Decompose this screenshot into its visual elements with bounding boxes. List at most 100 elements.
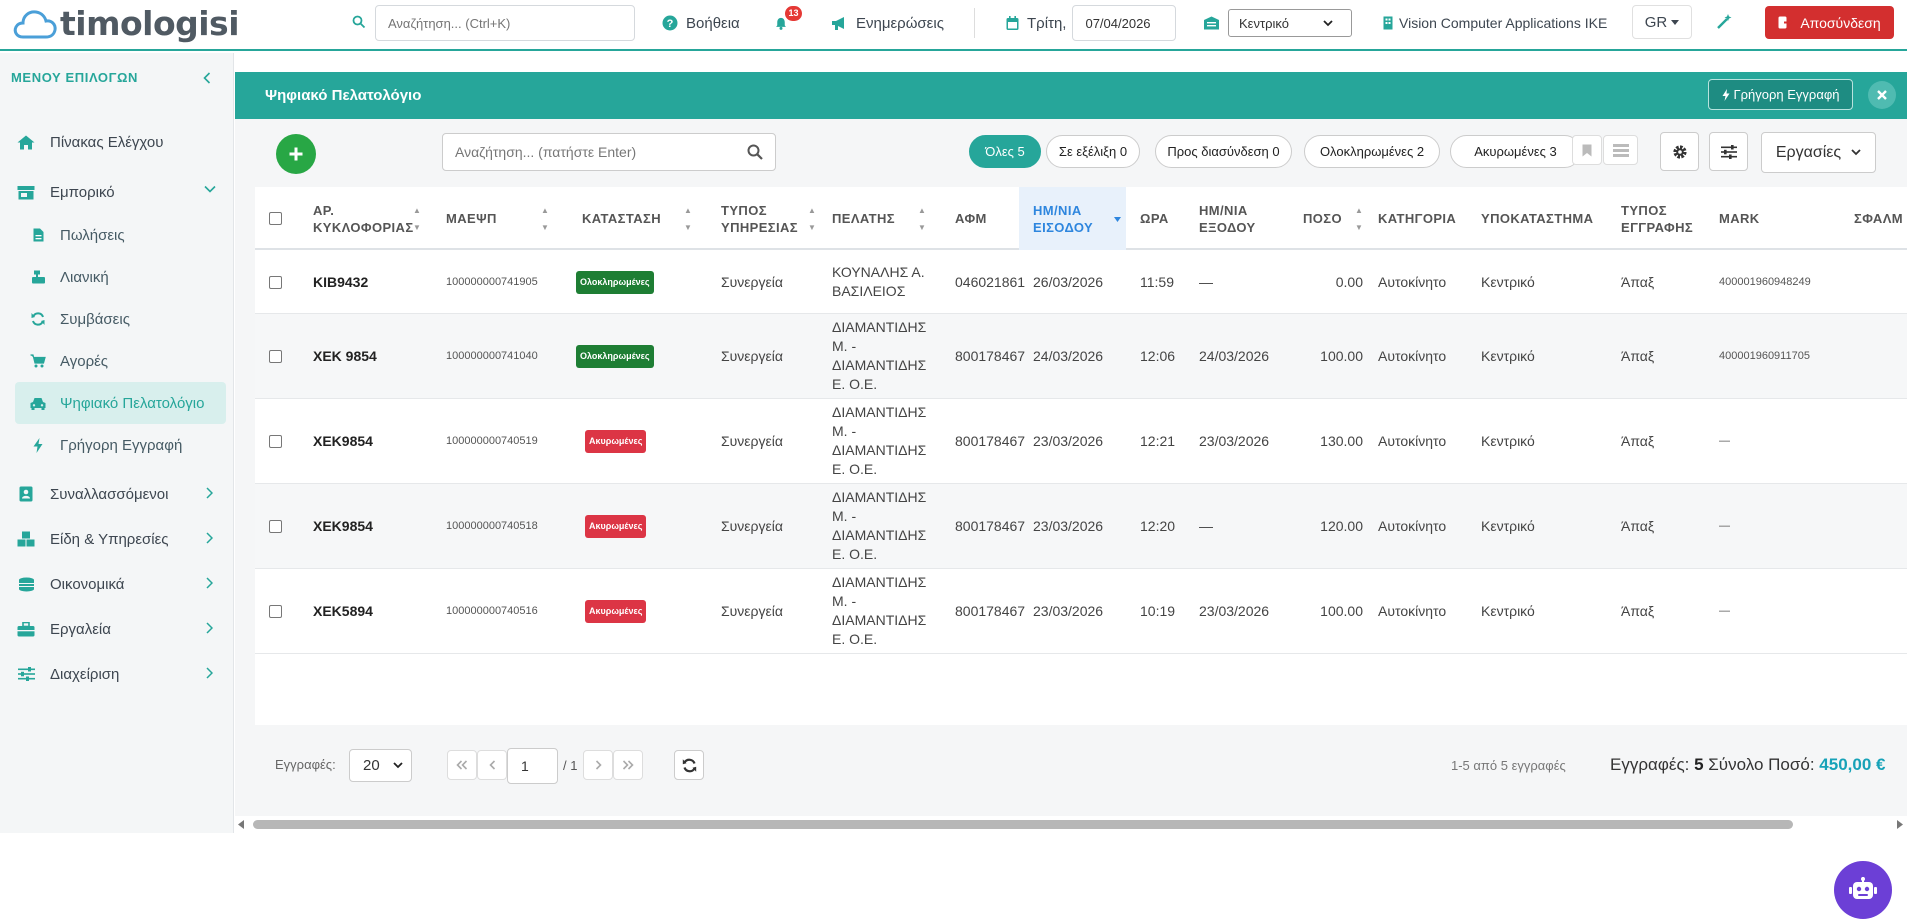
table-row[interactable]: XEK9854 100000000740518 Ακυρωμένες Συνερ… bbox=[255, 484, 1907, 569]
cell-maepsp: 100000000740516 bbox=[446, 604, 538, 617]
sidebar-item-digital-client-book[interactable]: Ψηφιακό Πελατολόγιο bbox=[15, 382, 226, 424]
page-input[interactable]: 1 bbox=[507, 748, 558, 784]
scroll-left-icon[interactable] bbox=[238, 820, 245, 829]
horizontal-scrollbar[interactable] bbox=[234, 816, 1907, 833]
close-button[interactable] bbox=[1868, 81, 1896, 109]
table-row[interactable]: XEK 9854 100000000741040 Ολοκληρωμένες Σ… bbox=[255, 314, 1907, 399]
columns-settings-button[interactable] bbox=[1709, 132, 1748, 171]
filter-cancelled[interactable]: Ακυρωμένες 3 bbox=[1450, 135, 1581, 168]
collapse-sidebar-icon[interactable] bbox=[203, 71, 211, 84]
sidebar-item-products-services[interactable]: Είδη & Υπηρεσίες bbox=[16, 524, 169, 554]
column-entry-type[interactable]: ΤΥΠΟΣ ΕΓΓΡΑΦΗΣ bbox=[1621, 187, 1701, 250]
bookmark-button[interactable] bbox=[1572, 135, 1602, 165]
scrollbar-thumb[interactable] bbox=[253, 820, 1793, 829]
updates-link[interactable]: Ενημερώσεις bbox=[831, 0, 944, 46]
last-page-button[interactable] bbox=[613, 750, 643, 780]
sidebar-item-dashboard[interactable]: Πίνακας Ελέγχου bbox=[16, 127, 163, 157]
sidebar-item-sales[interactable]: Πωλήσεις bbox=[15, 214, 226, 256]
bookmark-icon bbox=[1582, 144, 1592, 156]
table-search-input[interactable]: Αναζήτηση... (πατήστε Enter) bbox=[442, 133, 776, 171]
refresh-button[interactable] bbox=[674, 750, 704, 780]
filter-completed[interactable]: Ολοκληρωμένες 2 bbox=[1304, 135, 1440, 168]
table-row[interactable]: KIB9432 100000000741905 Ολοκληρωμένες Συ… bbox=[255, 251, 1907, 314]
cell-date-out: 23/03/2026 bbox=[1199, 432, 1270, 449]
sidebar-item-finance[interactable]: Οικονομικά bbox=[16, 569, 124, 599]
column-label: ΜΑΕΨΠ bbox=[446, 211, 497, 226]
next-page-button[interactable] bbox=[583, 750, 613, 780]
language-value: GR bbox=[1644, 13, 1668, 31]
robot-icon bbox=[1849, 877, 1877, 899]
logout-button[interactable]: Αποσύνδεση bbox=[1765, 6, 1894, 39]
status-badge: Ακυρωμένες bbox=[585, 514, 647, 538]
list-view-button[interactable] bbox=[1603, 135, 1638, 165]
cell-service: Συνεργεία bbox=[721, 517, 783, 534]
column-afm[interactable]: ΑΦΜ bbox=[955, 187, 1025, 250]
sidebar-item-label: Λιανική bbox=[60, 268, 109, 286]
cell-client: ΚΟΥΝΑΛΗΣ Α. ΒΑΣΙΛΕΙΟΣ bbox=[832, 264, 925, 299]
sidebar-item-purchases[interactable]: Αγορές bbox=[15, 340, 226, 382]
magic-wand-icon[interactable] bbox=[1716, 14, 1732, 30]
column-status[interactable]: ΚΑΤΑΣΤΑΣΗ ▲ ▼ bbox=[582, 187, 692, 250]
column-service-type[interactable]: ΤΥΠΟΣ ΥΠΗΡΕΣΙΑΣ ▲ ▼ bbox=[721, 187, 816, 250]
cell-amount: 0.00 bbox=[1335, 273, 1363, 290]
sidebar-item-administration[interactable]: Διαχείριση bbox=[16, 659, 119, 689]
quick-entry-button[interactable]: Γρήγορη Εγγραφή bbox=[1708, 79, 1853, 110]
language-selector[interactable]: GR bbox=[1632, 5, 1692, 39]
row-checkbox[interactable] bbox=[269, 314, 282, 398]
chatbot-button[interactable] bbox=[1834, 861, 1892, 919]
logo[interactable]: timologisi bbox=[12, 4, 240, 43]
plus-icon bbox=[289, 147, 303, 161]
sidebar-item-quick-entry[interactable]: Γρήγορη Εγγραφή bbox=[15, 424, 226, 466]
column-client[interactable]: ΠΕΛΑΤΗΣ ▲ ▼ bbox=[832, 187, 927, 250]
global-search-input[interactable] bbox=[375, 5, 635, 41]
first-page-button[interactable] bbox=[447, 750, 477, 780]
scroll-right-icon[interactable] bbox=[1897, 820, 1904, 829]
date-input[interactable] bbox=[1072, 5, 1177, 41]
column-maepsp[interactable]: ΜΑΕΨΠ ▲ ▼ bbox=[446, 187, 556, 250]
column-date-out[interactable]: ΗΜ/ΝΙΑ ΕΞΟΔΟΥ bbox=[1199, 187, 1279, 250]
help-link[interactable]: ? Βοήθεια bbox=[662, 0, 740, 46]
help-label: Βοήθεια bbox=[686, 14, 740, 32]
select-all-checkbox[interactable] bbox=[269, 187, 282, 250]
sliders-icon bbox=[1720, 144, 1737, 159]
company-selector[interactable]: Vision Computer Applications IKE bbox=[1383, 0, 1607, 46]
sidebar-item-contracts[interactable]: Συμβάσεις bbox=[15, 298, 226, 340]
cell-amount: 100.00 bbox=[1320, 347, 1363, 364]
building-icon bbox=[1383, 16, 1393, 30]
column-amount[interactable]: ΠΟΣΟ ▲ ▼ bbox=[1303, 187, 1363, 250]
column-branch[interactable]: ΥΠΟΚΑΤΑΣΤΗΜΑ bbox=[1481, 187, 1593, 250]
sidebar-item-counterparties[interactable]: Συναλλασσόμενοι bbox=[16, 479, 168, 509]
settings-button[interactable] bbox=[1660, 132, 1699, 171]
row-checkbox[interactable] bbox=[269, 399, 282, 483]
table-row[interactable]: XEK9854 100000000740519 Ακυρωμένες Συνερ… bbox=[255, 399, 1907, 484]
page-size-select[interactable]: 20 bbox=[349, 749, 412, 782]
column-category[interactable]: ΚΑΤΗΓΟΡΙΑ bbox=[1378, 187, 1456, 250]
notifications-button[interactable]: 13 bbox=[775, 0, 802, 46]
sidebar-item-retail[interactable]: Λιανική bbox=[15, 256, 226, 298]
row-checkbox[interactable] bbox=[269, 251, 282, 313]
column-date-in[interactable]: ΗΜ/ΝΙΑ ΕΙΣΟΔΟΥ bbox=[1019, 187, 1126, 250]
row-checkbox[interactable] bbox=[269, 569, 282, 653]
cash-register-icon bbox=[31, 270, 45, 284]
filter-pending-link[interactable]: Προς διασύνδεση 0 bbox=[1155, 135, 1292, 168]
sidebar-item-commerce[interactable]: Εμπορικό bbox=[16, 177, 115, 207]
prev-page-button[interactable] bbox=[477, 750, 507, 780]
filter-in-progress[interactable]: Σε εξέλιξη 0 bbox=[1046, 135, 1140, 168]
sidebar-item-tools[interactable]: Εργαλεία bbox=[16, 614, 111, 644]
cell-time: 12:21 bbox=[1140, 432, 1176, 449]
column-label: ΩΡΑ bbox=[1140, 211, 1169, 226]
column-error[interactable]: ΣΦΑΛΜ bbox=[1854, 187, 1903, 250]
branch-select[interactable]: Κεντρικό bbox=[1228, 9, 1352, 37]
column-plate[interactable]: ΑΡ. ΚΥΚΛΟΦΟΡΙΑΣ ▲ ▼ bbox=[313, 187, 423, 250]
add-button[interactable] bbox=[276, 134, 316, 174]
cell-entry-type: Άπαξ bbox=[1621, 432, 1655, 449]
filter-all[interactable]: Όλες 5 bbox=[969, 135, 1041, 168]
cell-afm: 800178467 bbox=[955, 432, 1026, 449]
row-checkbox[interactable] bbox=[269, 484, 282, 568]
column-time[interactable]: ΩΡΑ bbox=[1140, 187, 1169, 250]
filter-label: Όλες 5 bbox=[985, 144, 1025, 159]
actions-dropdown[interactable]: Εργασίες bbox=[1761, 132, 1876, 173]
search-icon[interactable] bbox=[747, 144, 763, 160]
column-mark[interactable]: MARK bbox=[1719, 187, 1760, 250]
table-row[interactable]: XEK5894 100000000740516 Ακυρωμένες Συνερ… bbox=[255, 569, 1907, 654]
